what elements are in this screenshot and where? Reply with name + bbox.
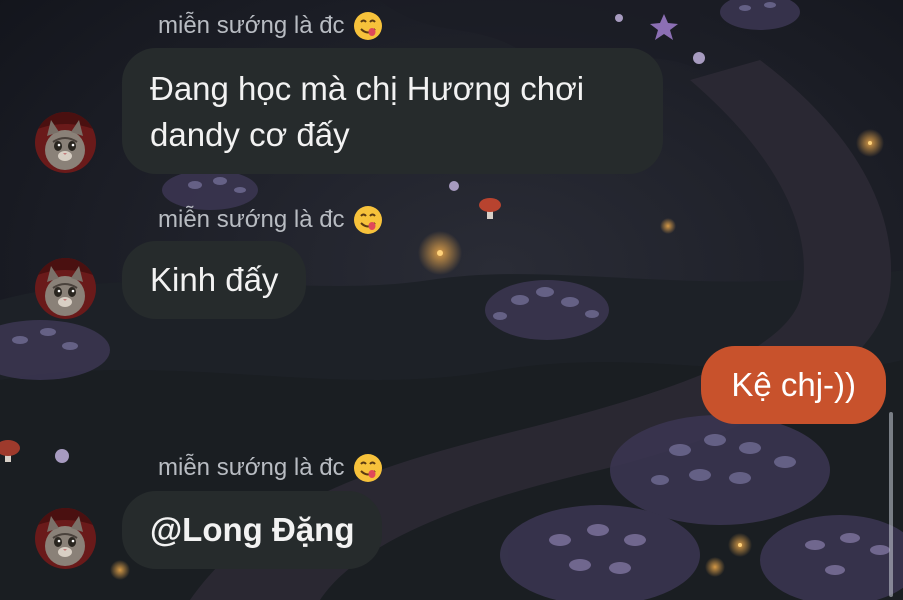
cat-avatar-icon — [35, 258, 96, 319]
cat-avatar-icon — [35, 508, 96, 569]
savoring-face-emoji-icon — [353, 206, 382, 234]
sender-avatar[interactable] — [35, 112, 96, 173]
sender-name: miễn sướng là đc — [158, 452, 383, 484]
sender-name: miễn sướng là đc — [158, 204, 383, 236]
mention-text[interactable]: @Long Đặng — [150, 511, 354, 548]
scrollbar[interactable] — [889, 412, 893, 597]
cat-avatar-icon — [35, 112, 96, 173]
sender-avatar[interactable] — [35, 508, 96, 569]
savoring-face-emoji-icon — [353, 12, 382, 40]
sender-avatar[interactable] — [35, 258, 96, 319]
sender-name-label: miễn sướng là đc — [158, 12, 345, 39]
sender-name: miễn sướng là đc — [158, 10, 383, 42]
message-text: Kinh đấy — [150, 261, 279, 298]
outgoing-message-bubble[interactable]: Kệ chj-)) — [701, 346, 886, 424]
savoring-face-emoji-icon — [353, 454, 382, 482]
message-text: Kệ chj-)) — [731, 366, 856, 403]
message-bubble[interactable]: @Long Đặng — [122, 491, 383, 569]
sender-name-label: miễn sướng là đc — [158, 206, 345, 233]
message-bubble[interactable]: Kinh đấy — [122, 241, 307, 319]
message-text: Đang học mà chị Hương chơi dandy cơ đấy — [150, 70, 585, 153]
sender-name-label: miễn sướng là đc — [158, 454, 345, 481]
message-bubble[interactable]: Đang học mà chị Hương chơi dandy cơ đấy — [122, 48, 663, 174]
